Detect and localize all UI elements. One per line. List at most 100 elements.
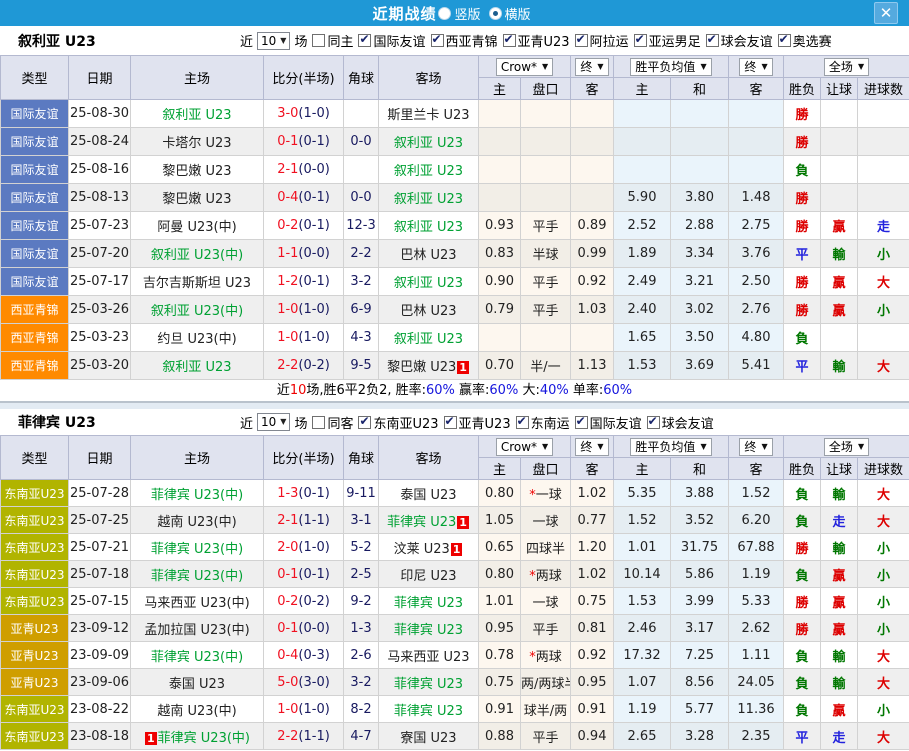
match-count-select[interactable]: 10▼ [257,32,290,50]
result-goals: 小 [858,615,909,642]
avg-away-odds: 2.35 [729,723,784,750]
final-avg-select[interactable]: 终▼ [739,58,772,76]
handicap-home-odds [479,100,521,128]
table-row: 国际友谊25-08-24卡塔尔 U230-1(0-1)0-0叙利亚 U23勝 [1,128,909,156]
score: 1-1(0-0) [264,240,344,268]
score: 0-4(0-1) [264,184,344,212]
filter-checkbox-label[interactable]: 亚运男足 [649,31,701,50]
fulltime-score: 1-0 [277,330,298,345]
handicap-line: 一球 [521,588,571,615]
summary-segment: 近 [277,383,290,398]
filter-checkbox-label[interactable]: 东南运 [531,413,570,432]
team-name: 菲律宾 U23(中) [151,569,243,584]
filter-checkbox-label[interactable]: 球会友谊 [662,413,714,432]
filter-checkbox[interactable] [647,416,660,429]
halftime-score: (0-1) [298,190,329,205]
filter-checkbox-label[interactable]: 国际友谊 [373,31,425,50]
column-header: 客场 [379,436,479,480]
handicap-home-odds [479,324,521,352]
final-odds-select[interactable]: 终▼ [575,438,608,456]
corner-score: 1-3 [344,615,379,642]
close-button[interactable]: ✕ [874,2,898,24]
filter-checkbox-label[interactable]: 奥选赛 [793,31,832,50]
radio-horizontal-label[interactable]: 横版 [505,4,531,23]
match-date: 25-07-21 [69,534,131,561]
filter-checkbox[interactable] [312,416,325,429]
filter-checkbox-label[interactable]: 同主 [327,31,353,50]
avg-draw-odds [671,156,729,184]
filter-checkbox-label[interactable]: 球会友谊 [721,31,773,50]
bookmaker-select[interactable]: Crow*▼ [496,58,553,76]
filter-checkbox[interactable] [575,416,588,429]
match-date: 25-03-26 [69,296,131,324]
handicap-away-odds: 0.92 [571,268,614,296]
summary-segment: 10 [290,383,307,398]
avg-home-odds: 5.90 [614,184,671,212]
radio-horizontal-layout[interactable] [489,7,502,20]
result-wdl: 勝 [784,615,821,642]
filter-checkbox[interactable] [634,34,647,47]
dropdown-header-cell: Crow*▼ [479,56,571,78]
dropdown-header-cell: Crow*▼ [479,436,571,458]
column-header: 类型 [1,436,69,480]
filter-checkbox[interactable] [516,416,529,429]
team-name: 菲律宾 U23(中) [151,542,243,557]
filter-checkbox[interactable] [706,34,719,47]
corner-score: 2-2 [344,240,379,268]
avg-odds-select[interactable]: 胜平负均值▼ [630,438,711,456]
handicap-home-odds: 0.88 [479,723,521,750]
score: 1-2(0-1) [264,268,344,296]
team-name: 叙利亚 U23 [162,360,231,375]
radio-vertical-layout[interactable] [438,7,451,20]
result-handicap: 輸 [821,669,858,696]
radio-vertical-label[interactable]: 竖版 [454,4,480,23]
avg-away-odds: 5.33 [729,588,784,615]
match-date: 23-08-22 [69,696,131,723]
final-odds-select[interactable]: 终▼ [575,58,608,76]
away-team: 马来西亚 U23 [379,642,479,669]
filter-checkbox[interactable] [431,34,444,47]
filter-checkbox[interactable] [444,416,457,429]
corner-score: 3-2 [344,268,379,296]
halftime-score: (0-2) [298,594,329,609]
filter-checkbox[interactable] [778,34,791,47]
filter-checkbox-label[interactable]: 阿拉运 [590,31,629,50]
filter-checkbox-label[interactable]: 亚青U23 [518,31,570,50]
away-team: 菲律宾 U23 [379,696,479,723]
scope-select[interactable]: 全场▼ [824,58,869,76]
filter-checkbox-label[interactable]: 西亚青锦 [446,31,498,50]
sub-column-header: 主 [614,458,671,480]
handicap-home-odds: 0.70 [479,352,521,380]
handicap-line: 球半/两 [521,696,571,723]
scope-select[interactable]: 全场▼ [824,438,869,456]
filter-checkbox[interactable] [503,34,516,47]
fulltime-score: 2-1 [277,513,298,528]
filter-checkbox[interactable] [312,34,325,47]
filter-checkbox-label[interactable]: 国际友谊 [590,413,642,432]
filter-checkbox-label[interactable]: 同客 [327,413,353,432]
filter-checkbox-label[interactable]: 东南亚U23 [373,413,438,432]
team-name: 叙利亚 U23 [394,332,463,347]
avg-draw-odds: 5.86 [671,561,729,588]
score: 0-1(0-1) [264,561,344,588]
filter-checkbox[interactable] [575,34,588,47]
handicap-line: 平手 [521,615,571,642]
summary-segment: 大: [518,383,540,398]
score: 1-0(1-0) [264,296,344,324]
match-count-select[interactable]: 10▼ [257,413,290,431]
filter-checkbox[interactable] [358,416,371,429]
avg-odds-select[interactable]: 胜平负均值▼ [630,58,711,76]
handicap-away-odds: 0.77 [571,507,614,534]
avg-away-odds [729,100,784,128]
fulltime-score: 0-2 [277,218,298,233]
filter-checkbox[interactable] [358,34,371,47]
bookmaker-select[interactable]: Crow*▼ [496,438,553,456]
final-avg-select[interactable]: 终▼ [739,438,772,456]
result-handicap: 贏 [821,212,858,240]
avg-away-odds: 2.62 [729,615,784,642]
filter-checkbox-label[interactable]: 亚青U23 [459,413,511,432]
away-team: 菲律宾 U23 [379,588,479,615]
column-header: 比分(半场) [264,56,344,100]
match-date: 25-07-23 [69,212,131,240]
result-goals: 小 [858,534,909,561]
